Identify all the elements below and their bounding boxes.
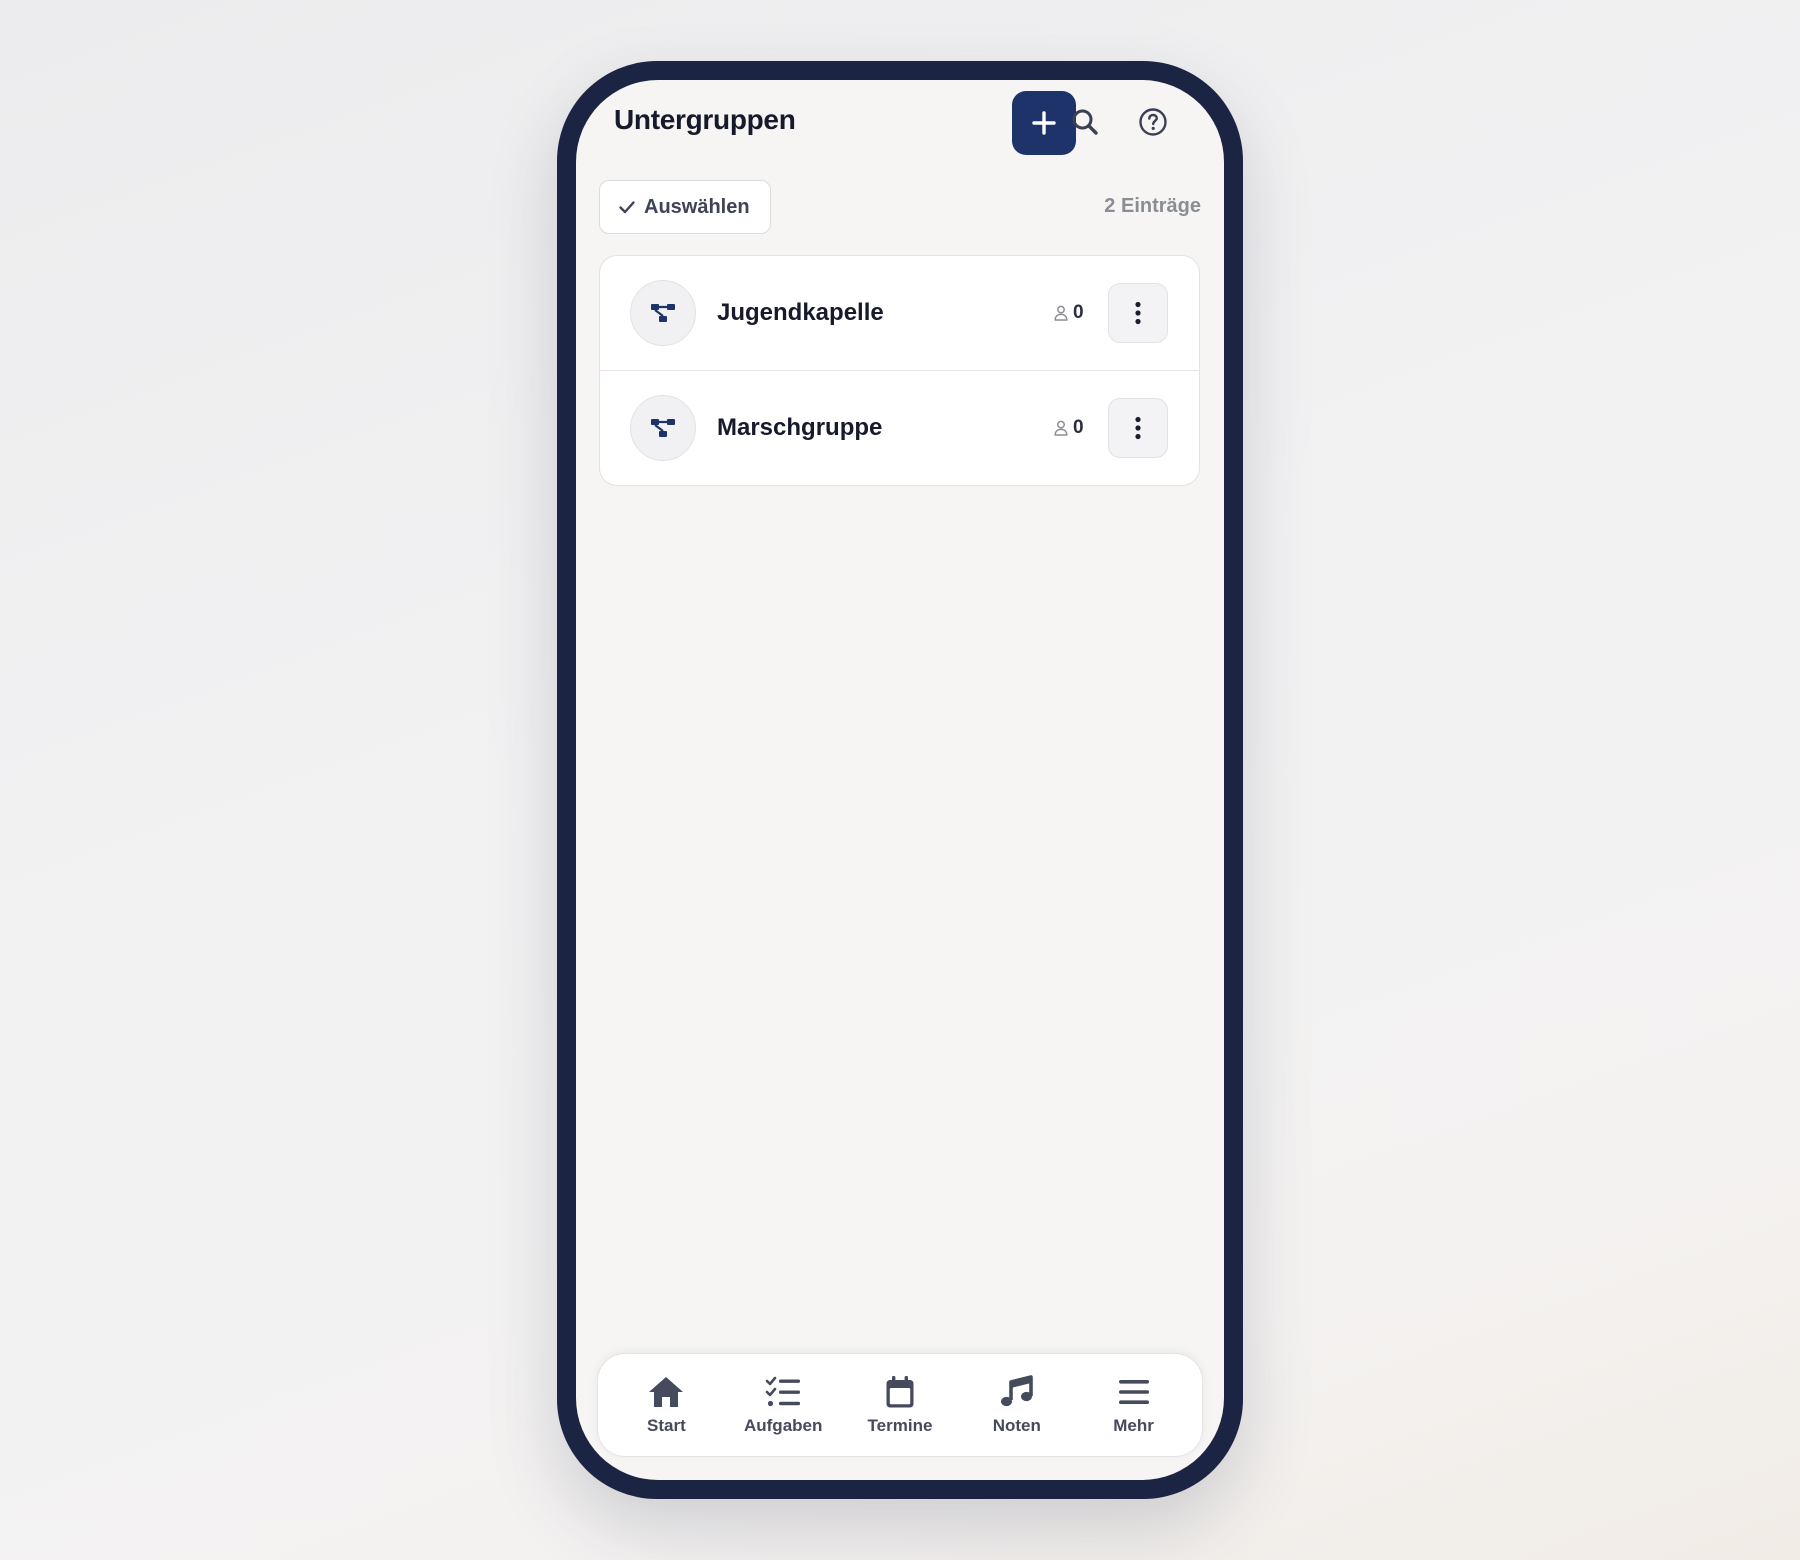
subgroup-icon [651, 419, 675, 437]
group-avatar [630, 395, 696, 461]
list-item[interactable]: Jugendkapelle 0 [600, 256, 1199, 370]
bottom-nav: Start Aufgaben Termine Noten Mehr [597, 1353, 1203, 1457]
app-screen: Untergruppen Auswählen 2 Einträge Jugend… [576, 80, 1224, 1480]
menu-icon [1118, 1380, 1149, 1404]
more-vertical-icon [1135, 301, 1141, 325]
more-options-button[interactable] [1108, 283, 1168, 343]
nav-label: Termine [867, 1416, 933, 1435]
member-count: 0 [1054, 302, 1084, 324]
search-button[interactable] [1057, 94, 1113, 150]
check-icon [619, 201, 635, 214]
select-button[interactable]: Auswählen [599, 180, 771, 234]
member-count-value: 0 [1073, 302, 1084, 323]
nav-label: Mehr [1113, 1416, 1154, 1435]
subgroup-list: Jugendkapelle 0 Marschgruppe 0 [599, 255, 1200, 486]
home-icon [649, 1377, 684, 1407]
user-icon [1054, 305, 1068, 321]
more-vertical-icon [1135, 416, 1141, 440]
nav-label: Aufgaben [743, 1416, 823, 1435]
list-item[interactable]: Marschgruppe 0 [600, 370, 1199, 485]
page-title: Untergruppen [614, 104, 796, 135]
help-button[interactable] [1125, 94, 1181, 150]
select-button-label: Auswählen [644, 195, 750, 218]
group-avatar [630, 280, 696, 346]
member-count-value: 0 [1073, 417, 1084, 438]
calendar-icon [886, 1376, 914, 1408]
nav-item-start[interactable]: Start [610, 1374, 722, 1436]
subgroup-icon [651, 304, 675, 322]
entry-count: 2 Einträge [1104, 195, 1201, 217]
nav-item-mehr[interactable]: Mehr [1078, 1374, 1190, 1436]
help-circle-icon [1139, 108, 1167, 136]
plus-icon [1032, 111, 1056, 135]
search-icon [1072, 109, 1098, 135]
user-icon [1054, 420, 1068, 436]
nav-item-noten[interactable]: Noten [961, 1374, 1073, 1436]
nav-label: Start [647, 1416, 686, 1435]
more-options-button[interactable] [1108, 398, 1168, 458]
group-name: Marschgruppe [717, 414, 883, 441]
member-count: 0 [1054, 417, 1084, 439]
nav-label: Noten [992, 1416, 1041, 1435]
nav-item-termine[interactable]: Termine [844, 1374, 956, 1436]
checklist-icon [765, 1376, 801, 1407]
music-note-icon [1000, 1375, 1033, 1407]
group-name: Jugendkapelle [717, 299, 884, 326]
phone-frame: Untergruppen Auswählen 2 Einträge Jugend… [557, 61, 1243, 1499]
nav-item-aufgaben[interactable]: Aufgaben [727, 1374, 839, 1436]
